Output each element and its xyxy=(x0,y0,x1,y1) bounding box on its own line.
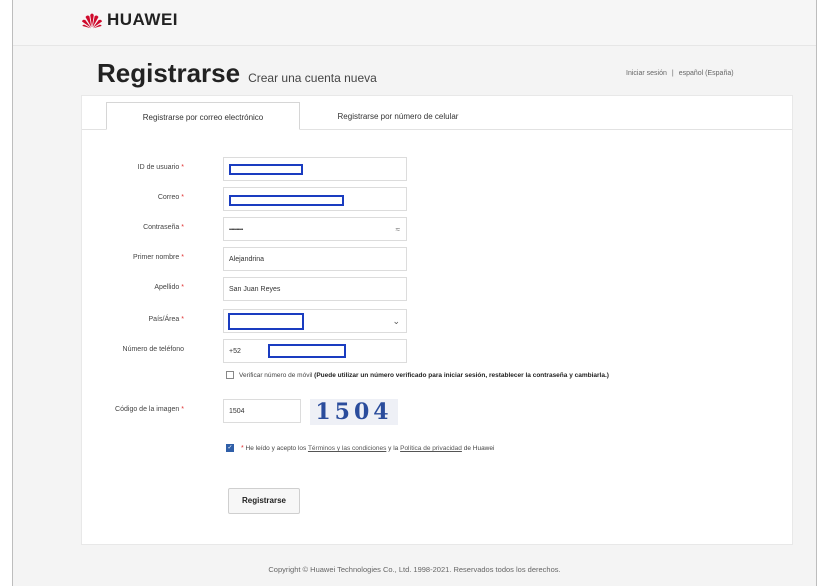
phone-label: Número de teléfono xyxy=(122,346,184,353)
redaction-box xyxy=(228,313,304,330)
first-name-input[interactable]: Alejandrina xyxy=(223,247,407,271)
huawei-logo[interactable]: HUAWEI xyxy=(81,10,178,30)
page-title: Registrarse xyxy=(97,58,241,88)
required-mark: * xyxy=(181,406,184,413)
captcha-label: Código de la imagen * xyxy=(115,406,184,413)
login-link[interactable]: Iniciar sesión xyxy=(626,70,667,77)
terms-link[interactable]: Términos y las condiciones xyxy=(308,445,386,452)
user-id-row: ID de usuario * xyxy=(82,157,792,181)
privacy-link[interactable]: Política de privacidad xyxy=(400,445,462,452)
terms-checkbox[interactable]: ✓ xyxy=(226,444,234,452)
verify-phone-text: Verificar número de móvil (Puede utiliza… xyxy=(239,372,609,379)
phone-input[interactable]: +52 xyxy=(223,339,407,363)
page-subtitle: Crear una cuenta nueva xyxy=(248,71,377,85)
huawei-flower-icon xyxy=(82,13,102,29)
register-button[interactable]: Registrarse xyxy=(228,488,300,514)
captcha-input[interactable]: 1504 xyxy=(223,399,301,423)
last-name-row: Apellido * San Juan Reyes xyxy=(82,277,792,301)
country-label: País/Área * xyxy=(148,316,184,323)
language-selector[interactable]: español (España) xyxy=(679,70,734,77)
chevron-down-icon: ⌄ xyxy=(392,316,400,326)
last-name-input[interactable]: San Juan Reyes xyxy=(223,277,407,301)
email-label: Correo * xyxy=(157,194,184,201)
user-id-label: ID de usuario * xyxy=(137,164,184,171)
phone-row: Número de teléfono +52 xyxy=(82,339,792,363)
password-label: Contraseña * xyxy=(143,224,184,231)
required-mark: * xyxy=(181,224,184,231)
user-id-input[interactable] xyxy=(223,157,407,181)
terms-text: * He leído y acepto los Términos y las c… xyxy=(241,445,495,452)
required-mark: * xyxy=(181,164,184,171)
captcha-row: Código de la imagen * 1504 xyxy=(82,399,792,423)
country-select[interactable]: ⌄ xyxy=(223,309,407,333)
country-row: País/Área * ⌄ xyxy=(82,309,792,333)
show-password-icon[interactable]: ≈ xyxy=(396,225,400,234)
tab-email[interactable]: Registrarse por correo electrónico xyxy=(106,102,300,130)
email-row: Correo * xyxy=(82,187,792,211)
password-row: Contraseña * ••••••••••• ≈ xyxy=(82,217,792,241)
first-name-label: Primer nombre * xyxy=(132,254,184,261)
page-heading: Registrarse Crear una cuenta nueva xyxy=(97,58,377,89)
redaction-box xyxy=(268,344,346,358)
link-separator: | xyxy=(671,70,674,77)
last-name-label: Apellido * xyxy=(154,284,184,291)
tab-phone[interactable]: Registrarse por número de celular xyxy=(308,102,488,130)
first-name-row: Primer nombre * Alejandrina xyxy=(82,247,792,271)
password-value: ••••••••••• xyxy=(229,227,243,233)
required-mark: * xyxy=(181,316,184,323)
footer-copyright: Copyright © Huawei Technologies Co., Ltd… xyxy=(268,565,561,574)
required-mark: * xyxy=(181,254,184,261)
redaction-box xyxy=(229,195,344,206)
required-mark: * xyxy=(181,284,184,291)
email-input[interactable] xyxy=(223,187,407,211)
verify-phone-checkbox[interactable] xyxy=(226,371,234,379)
password-input[interactable]: ••••••••••• ≈ xyxy=(223,217,407,241)
browser-frame: HUAWEI Registrarse Crear una cuenta nuev… xyxy=(12,0,817,586)
captcha-image[interactable]: 1504 xyxy=(310,399,398,425)
registration-card: Registrarse por correo electrónico Regis… xyxy=(81,95,793,545)
redaction-box xyxy=(229,164,303,175)
brand-name: HUAWEI xyxy=(107,10,178,29)
top-links: Iniciar sesión | español (España) xyxy=(626,70,734,77)
registration-tabs: Registrarse por correo electrónico Regis… xyxy=(82,96,792,130)
required-mark: * xyxy=(181,194,184,201)
top-bar: HUAWEI xyxy=(13,0,816,46)
phone-prefix: +52 xyxy=(229,348,241,355)
